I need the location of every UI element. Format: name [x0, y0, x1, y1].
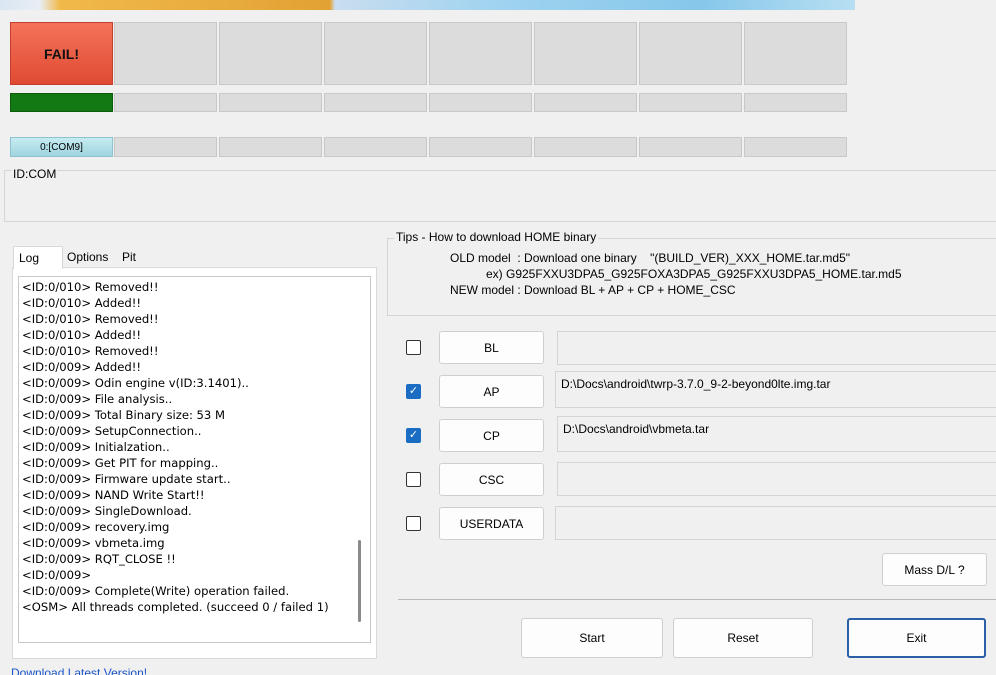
log-line: <ID:0/009> SetupConnection.. — [22, 424, 202, 438]
tab-options[interactable]: Options — [62, 246, 117, 268]
userdata-checkbox[interactable] — [406, 516, 421, 531]
ap-button[interactable]: AP — [439, 375, 544, 408]
reset-button[interactable]: Reset — [673, 618, 813, 658]
com-port-slot — [219, 137, 322, 157]
com-port-slot — [429, 137, 532, 157]
com-port-slot — [324, 137, 427, 157]
log-list: <ID:0/010> Removed!! <ID:0/010> Added!! <I… — [19, 279, 329, 615]
com-port-slot — [534, 137, 637, 157]
com-port-label: 0:[COM9] — [40, 141, 83, 153]
userdata-path-field[interactable] — [555, 506, 996, 540]
com-port-slot — [639, 137, 742, 157]
progress-slot — [639, 93, 742, 112]
start-button[interactable]: Start — [521, 618, 663, 658]
tip-old-model: OLD model : Download one binary "(BUILD_… — [450, 251, 851, 265]
log-output[interactable]: <ID:0/010> Removed!! <ID:0/010> Added!! <I… — [18, 276, 371, 643]
ap-path-field[interactable]: D:\Docs\android\twrp-3.7.0_9-2-beyond0lt… — [555, 371, 996, 408]
status-slot — [219, 22, 322, 85]
progress-slot — [219, 93, 322, 112]
log-line: <ID:0/009> — [22, 568, 92, 582]
divider — [398, 599, 996, 600]
id-com-label: ID:COM — [12, 167, 58, 181]
progress-slot — [114, 93, 217, 112]
com-port-slot — [114, 137, 217, 157]
log-line: <ID:0/010> Added!! — [22, 296, 142, 310]
exit-button[interactable]: Exit — [847, 618, 986, 658]
status-slot — [639, 22, 742, 85]
log-line: <ID:0/009> vbmeta.img — [22, 536, 165, 550]
log-line: <ID:0/009> Initialzation.. — [22, 440, 170, 454]
tab-log[interactable]: Log — [13, 246, 63, 269]
log-line: <ID:0/010> Removed!! — [22, 344, 159, 358]
bl-checkbox[interactable] — [406, 340, 421, 355]
status-slot — [534, 22, 637, 85]
log-line: <ID:0/009> Total Binary size: 53 M — [22, 408, 225, 422]
log-line: <ID:0/010> Removed!! — [22, 312, 159, 326]
log-line: <ID:0/009> Odin engine v(ID:3.1401).. — [22, 376, 249, 390]
progress-slot — [429, 93, 532, 112]
csc-button[interactable]: CSC — [439, 463, 544, 496]
log-scrollbar-thumb[interactable] — [358, 540, 361, 622]
com-port-slot-active: 0:[COM9] — [10, 137, 113, 157]
tips-title: Tips - How to download HOME binary — [394, 230, 599, 244]
id-com-group — [4, 170, 996, 222]
fail-status-box: FAIL! — [10, 22, 113, 85]
tip-new-model: NEW model : Download BL + AP + CP + HOME… — [450, 283, 736, 297]
cp-path-field[interactable]: D:\Docs\android\vbmeta.tar — [557, 416, 996, 452]
tip-example: ex) G925FXXU3DPA5_G925FOXA3DPA5_G925FXXU… — [486, 267, 902, 281]
status-slot — [114, 22, 217, 85]
log-line: <ID:0/009> Firmware update start.. — [22, 472, 231, 486]
userdata-button[interactable]: USERDATA — [439, 507, 544, 540]
log-line: <ID:0/009> SingleDownload. — [22, 504, 192, 518]
tab-pit[interactable]: Pit — [117, 246, 161, 268]
fail-label: FAIL! — [44, 45, 79, 62]
mass-download-button[interactable]: Mass D/L ? — [882, 553, 987, 586]
progress-slot — [534, 93, 637, 112]
progress-slot — [744, 93, 847, 112]
log-line: <ID:0/009> File analysis.. — [22, 392, 173, 406]
log-line: <ID:0/009> NAND Write Start!! — [22, 488, 205, 502]
ap-checkbox[interactable]: ✓ — [406, 384, 421, 399]
log-line: <ID:0/009> Get PIT for mapping.. — [22, 456, 219, 470]
progress-slot — [324, 93, 427, 112]
bl-path-field[interactable] — [557, 331, 996, 365]
csc-path-field[interactable] — [557, 462, 996, 496]
bl-button[interactable]: BL — [439, 331, 544, 364]
log-line: <ID:0/009> Added!! — [22, 360, 142, 374]
csc-checkbox[interactable] — [406, 472, 421, 487]
status-slot — [324, 22, 427, 85]
log-line: <ID:0/010> Removed!! — [22, 280, 159, 294]
log-line: <ID:0/009> recovery.img — [22, 520, 170, 534]
log-line: <OSM> All threads completed. (succeed 0 … — [22, 600, 329, 614]
log-line: <ID:0/010> Added!! — [22, 328, 142, 342]
cp-button[interactable]: CP — [439, 419, 544, 452]
download-latest-link[interactable]: Download Latest Version! — [11, 666, 147, 675]
log-line: <ID:0/009> RQT_CLOSE !! — [22, 552, 176, 566]
status-slot — [429, 22, 532, 85]
progress-bar-complete — [10, 93, 113, 112]
cp-checkbox[interactable]: ✓ — [406, 428, 421, 443]
header-banner — [0, 0, 855, 10]
status-slot — [744, 22, 847, 85]
com-port-slot — [744, 137, 847, 157]
log-line: <ID:0/009> Complete(Write) operation fai… — [22, 584, 290, 598]
